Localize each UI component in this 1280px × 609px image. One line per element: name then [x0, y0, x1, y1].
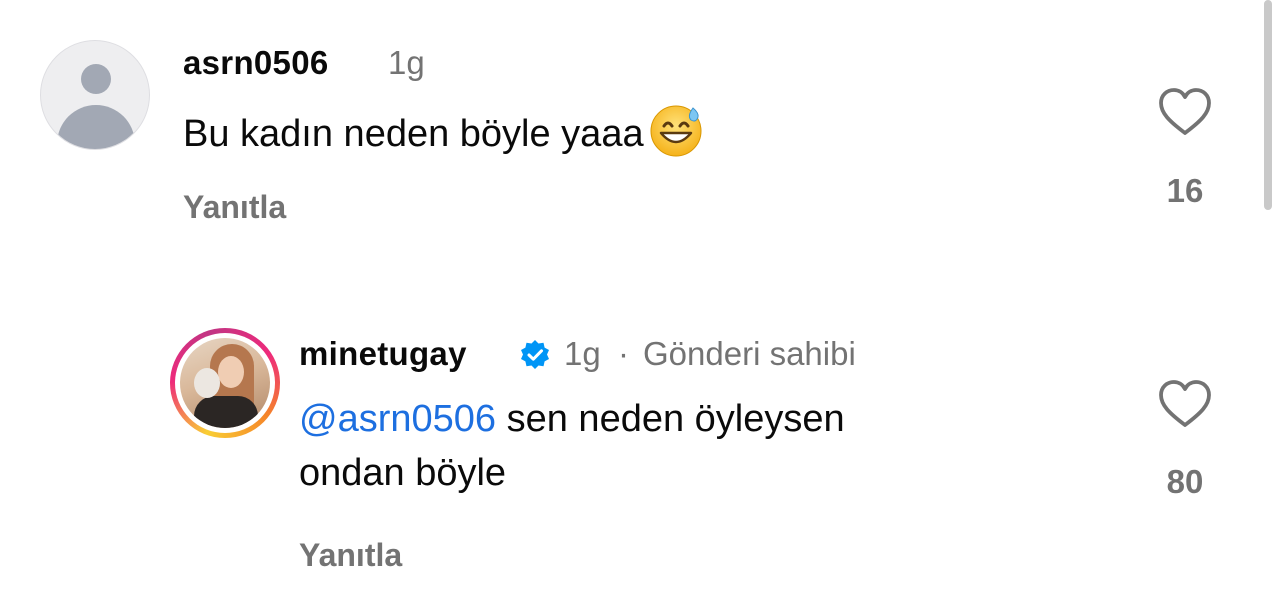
comment-username[interactable]: minetugay — [299, 335, 467, 373]
comment-text-line-2: ondan böyle — [299, 452, 507, 494]
reply-button[interactable]: Yanıtla — [299, 537, 402, 574]
comment-text-content: Bu kadın neden böyle yaaa — [183, 113, 644, 155]
photo-face-shape — [218, 356, 244, 388]
heart-icon[interactable] — [1157, 86, 1213, 138]
story-ring-gap — [175, 333, 275, 433]
comment-text: Bu kadın neden böyle yaaa — [183, 102, 704, 161]
meta-separator: · — [618, 335, 629, 372]
avatar-head-shape — [81, 64, 111, 94]
photo-cat-shape — [194, 368, 220, 398]
like-count: 16 — [1166, 172, 1204, 209]
post-owner-label: Gönderi sahibi — [643, 335, 856, 372]
profile-photo — [180, 338, 270, 428]
reply-button[interactable]: Yanıtla — [183, 189, 286, 226]
comment-text-content: sen neden öyleysen — [496, 398, 845, 440]
verified-badge-icon — [521, 340, 549, 369]
heart-icon[interactable] — [1157, 378, 1213, 430]
grinning-face-with-sweat-icon — [650, 105, 702, 157]
default-avatar[interactable] — [40, 40, 150, 150]
comment-timestamp: 1g — [564, 335, 601, 372]
scrollbar[interactable] — [1264, 0, 1272, 210]
like-count: 80 — [1166, 463, 1204, 500]
story-ring[interactable] — [170, 328, 280, 438]
comment-timestamp: 1g — [388, 44, 425, 81]
comment-text-line-1: @asrn0506 sen neden öyleysen — [299, 392, 845, 446]
comment-username[interactable]: asrn0506 — [183, 44, 329, 82]
mention-link[interactable]: @asrn0506 — [299, 398, 496, 440]
photo-shirt-shape — [194, 396, 258, 428]
avatar-body-shape — [57, 105, 135, 149]
